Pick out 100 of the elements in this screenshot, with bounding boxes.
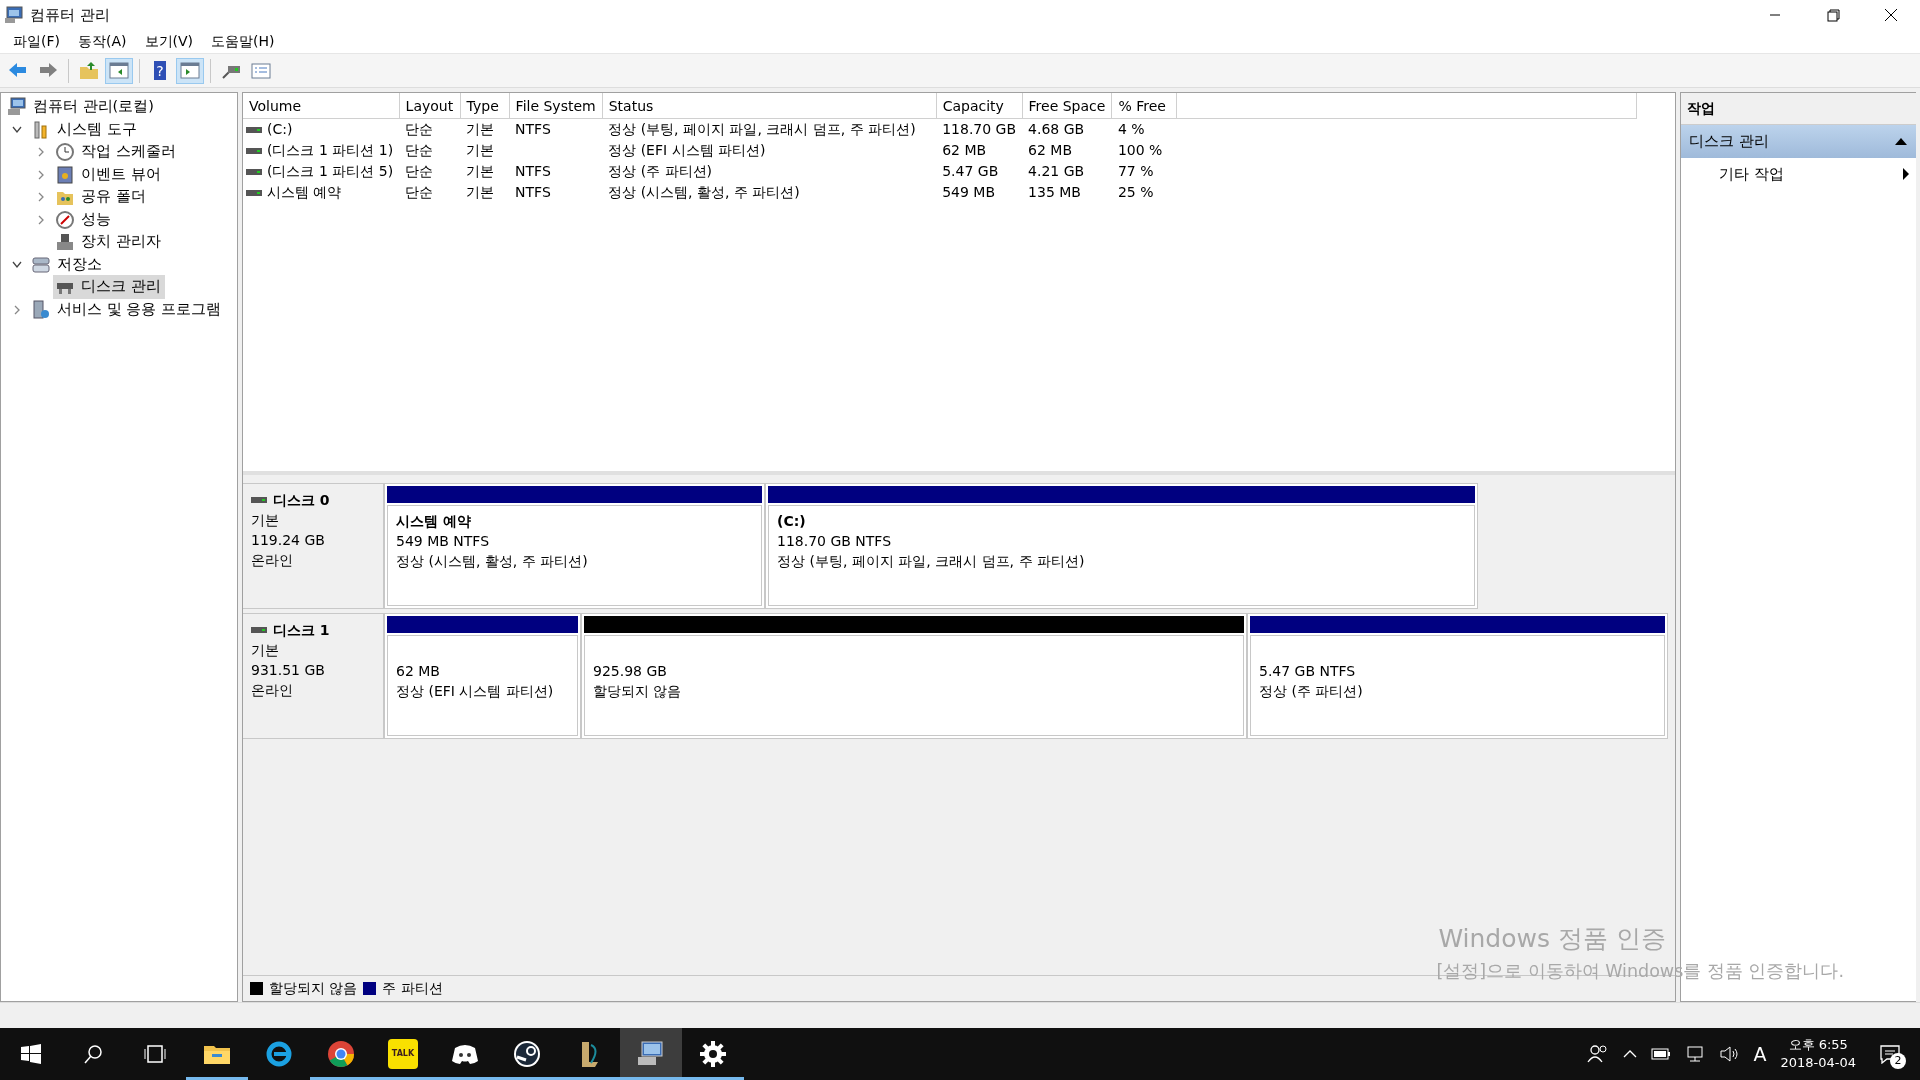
legend-label: 주 파티션 (382, 979, 443, 998)
toolbar-button[interactable] (105, 57, 133, 84)
partition-block[interactable]: 62 MB 정상 (EFI 시스템 파티션) (384, 613, 581, 739)
table-cell-text: 정상 (주 파티션) (607, 162, 713, 181)
partition-status: 할당되지 않음 (593, 682, 683, 701)
volume-name: (디스크 1 파티션 1) (267, 141, 394, 160)
device-icon (55, 232, 75, 253)
partition-status: 정상 (시스템, 활성, 주 파티션) (396, 552, 589, 571)
column-header[interactable]: Capacity (936, 93, 1023, 119)
table-cell-text: 5.47 GB (941, 162, 1000, 181)
circle-logo-icon (512, 1039, 542, 1069)
volume-icon[interactable] (1719, 1045, 1740, 1063)
clock-date[interactable]: 2018-04-04 (1780, 1054, 1856, 1072)
list-icon (250, 60, 272, 81)
network-icon[interactable] (1685, 1045, 1706, 1063)
action-section[interactable]: 디스크 관리 (1681, 125, 1916, 158)
storage-icon (31, 254, 51, 275)
table-cell: 4 % (1111, 118, 1177, 140)
drive-icon (251, 496, 267, 504)
column-header[interactable]: Status (602, 93, 937, 119)
disk-size: 931.51 GB (251, 661, 326, 680)
partition-block[interactable]: 925.98 GB 할당되지 않음 (581, 613, 1247, 739)
menu-item[interactable]: 파일(F) (4, 31, 69, 52)
chevron-right-icon[interactable] (37, 192, 45, 203)
chevron-right-icon[interactable] (13, 304, 21, 315)
partition-size: 549 MB NTFS (396, 532, 491, 551)
input-method-indicator[interactable]: A (1753, 1039, 1767, 1069)
tree-item[interactable]: 컴퓨터 관리(로컬) (5, 95, 158, 120)
partition-name: (C:) (777, 512, 807, 531)
computer-icon (4, 6, 24, 24)
table-cell-text: 기본 (465, 183, 496, 202)
notification-button[interactable]: 2 (1870, 1034, 1910, 1074)
tree-item[interactable]: 장치 관리자 (53, 230, 165, 255)
tree-item[interactable]: 공유 폴더 (53, 185, 150, 210)
disk-name: 디스크 0 (273, 491, 330, 510)
people-icon[interactable] (1587, 1044, 1610, 1064)
column-header[interactable]: File System (509, 93, 603, 119)
collapse-arrow-icon[interactable] (1894, 136, 1908, 147)
tree-item[interactable]: 디스크 관리 (53, 275, 165, 300)
partition-block[interactable]: 5.47 GB NTFS 정상 (주 파티션) (1247, 613, 1668, 739)
table-cell-text: 100 % (1116, 141, 1164, 160)
windows-icon (21, 1044, 41, 1064)
browser-icon (264, 1039, 294, 1069)
volume-name: 시스템 예약 (267, 183, 342, 202)
column-header[interactable]: Layout (399, 93, 461, 119)
clock-icon (55, 142, 75, 163)
disk-name: 디스크 1 (273, 621, 330, 640)
column-header[interactable]: % Free (1111, 93, 1177, 119)
taskbar-app-button[interactable] (620, 1028, 682, 1080)
tree-item[interactable]: 저장소 (29, 252, 106, 277)
tree-item[interactable]: 시스템 도구 (29, 117, 141, 142)
tree-item[interactable]: 작업 스케줄러 (53, 140, 180, 165)
table-cell-text: 62 MB (941, 141, 988, 160)
chevron-right-icon[interactable] (37, 169, 45, 180)
message-icon (1879, 1044, 1901, 1064)
column-header[interactable]: Free Space (1022, 93, 1112, 119)
table-cell-text: 단순 (404, 183, 435, 202)
chevron-right-icon[interactable] (37, 214, 45, 225)
tree-item[interactable]: 서비스 및 응용 프로그램 (29, 297, 225, 322)
tree-item[interactable]: 성능 (53, 207, 115, 232)
table-cell-text: 기본 (465, 162, 496, 181)
table-cell: 118.70 GB (936, 118, 1023, 140)
column-header[interactable]: Volume (243, 93, 400, 119)
folder-icon (78, 60, 100, 81)
table-cell-text: 단순 (404, 141, 435, 160)
partition-size: 118.70 GB NTFS (777, 532, 893, 551)
settings-icon (698, 1039, 728, 1069)
chevron-right-icon[interactable] (37, 147, 45, 158)
table-cell-text: 4.21 GB (1027, 162, 1086, 181)
partition-block[interactable]: 시스템 예약 549 MB NTFS 정상 (시스템, 활성, 주 파티션) (384, 483, 765, 609)
table-cell: 정상 (부팅, 페이지 파일, 크래시 덤프, 주 파티션) (602, 118, 937, 140)
task-view-icon (144, 1044, 166, 1064)
battery-icon[interactable] (1651, 1048, 1672, 1060)
menu-item[interactable]: 도움말(H) (202, 31, 284, 52)
menu-item[interactable]: 동작(A) (69, 31, 136, 52)
round-browser-icon (326, 1039, 356, 1069)
book-icon (55, 164, 75, 185)
drive-icon (246, 125, 262, 134)
disk-status: 온라인 (251, 681, 294, 700)
caret-up-icon[interactable] (1623, 1049, 1638, 1059)
chevron-down-icon[interactable] (12, 260, 22, 269)
partition-block[interactable]: (C:) 118.70 GB NTFS 정상 (부팅, 페이지 파일, 크래시 덤프, 주 파티션) (765, 483, 1478, 609)
toolbar-button[interactable] (176, 57, 204, 84)
table-cell: 단순 (399, 118, 461, 140)
table-cell-text: 25 % (1116, 183, 1155, 202)
menu-item[interactable]: 보기(V) (135, 31, 202, 52)
tree-item[interactable]: 이벤트 뷰어 (53, 162, 165, 187)
table-cell-text: 135 MB (1027, 183, 1082, 202)
action-item[interactable]: 기타 작업 (1681, 157, 1916, 190)
taskbar-app-button[interactable]: TALK (372, 1028, 434, 1080)
partition-status: 정상 (부팅, 페이지 파일, 크래시 덤프, 주 파티션) (777, 552, 1086, 571)
drive-icon (246, 146, 262, 155)
column-header[interactable]: Type (460, 93, 510, 119)
clock-time[interactable]: 오후 6:55 (1780, 1036, 1856, 1054)
disk-type: 기본 (251, 511, 280, 530)
disk-size: 119.24 GB (251, 531, 326, 550)
chat-app-icon: TALK (388, 1039, 418, 1069)
chevron-down-icon[interactable] (12, 125, 22, 134)
activation-title: Windows 정품 인증 (1438, 923, 1667, 956)
pane-icon (179, 60, 201, 81)
